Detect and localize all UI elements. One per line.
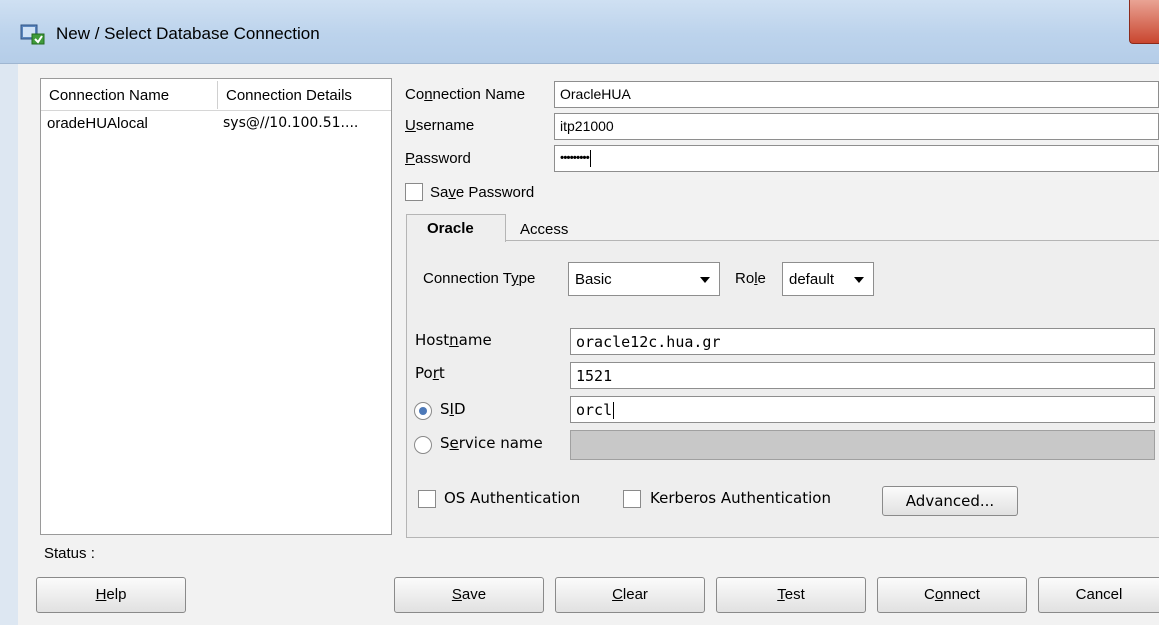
hostname-input[interactable]: oracle12c.hua.gr bbox=[570, 328, 1155, 355]
role-value: default bbox=[789, 271, 835, 288]
connection-type-select[interactable]: Basic bbox=[568, 262, 720, 296]
dropdown-arrow-icon bbox=[854, 277, 864, 283]
connection-name-label: Connection Name bbox=[405, 86, 526, 103]
os-authentication-checkbox[interactable] bbox=[418, 490, 436, 508]
connection-type-value: Basic bbox=[575, 271, 612, 288]
table-row[interactable]: oradeHUAlocal sys@//10.100.51.... bbox=[41, 112, 391, 136]
dropdown-arrow-icon bbox=[700, 277, 710, 283]
sid-input[interactable]: orcl bbox=[570, 396, 1155, 423]
sid-label: SID bbox=[440, 400, 466, 418]
kerberos-authentication-checkbox[interactable] bbox=[623, 490, 641, 508]
help-button[interactable]: Help bbox=[36, 577, 186, 613]
connection-type-label: Connection Type bbox=[423, 270, 536, 287]
connection-details-cell: sys@//10.100.51.... bbox=[223, 115, 359, 131]
cancel-button[interactable]: Cancel bbox=[1038, 577, 1159, 613]
window-titlebar: New / Select Database Connection bbox=[0, 0, 1159, 64]
kerberos-authentication-label: Kerberos Authentication bbox=[650, 489, 831, 507]
connections-table[interactable]: Connection Name Connection Details orade… bbox=[40, 78, 392, 535]
test-button[interactable]: Test bbox=[716, 577, 866, 613]
username-input[interactable]: itp21000 bbox=[554, 113, 1159, 140]
role-select[interactable]: default bbox=[782, 262, 874, 296]
status-label: Status : bbox=[44, 545, 95, 562]
column-divider[interactable] bbox=[217, 81, 218, 109]
save-password-label: Save Password bbox=[430, 184, 535, 201]
role-label: Role bbox=[735, 270, 766, 287]
database-connection-icon bbox=[20, 24, 45, 45]
window-title: New / Select Database Connection bbox=[56, 24, 320, 43]
sid-value: orcl bbox=[576, 401, 613, 419]
password-input[interactable]: ••••••••• bbox=[554, 145, 1159, 172]
table-header: Connection Name Connection Details bbox=[41, 79, 391, 111]
clear-button[interactable]: Clear bbox=[555, 577, 705, 613]
sid-radio[interactable] bbox=[414, 402, 432, 420]
text-caret bbox=[589, 150, 591, 167]
service-name-radio[interactable] bbox=[414, 436, 432, 454]
service-name-input bbox=[570, 430, 1155, 460]
save-password-checkbox[interactable] bbox=[405, 183, 423, 201]
service-name-label: Service name bbox=[440, 434, 543, 452]
save-button[interactable]: Save bbox=[394, 577, 544, 613]
tab-oracle[interactable]: Oracle bbox=[406, 214, 506, 242]
connect-button[interactable]: Connect bbox=[877, 577, 1027, 613]
port-label: Port bbox=[415, 364, 445, 382]
port-input[interactable]: 1521 bbox=[570, 362, 1155, 389]
password-value: ••••••••• bbox=[560, 150, 590, 165]
username-label: Username bbox=[405, 117, 475, 134]
password-label: Password bbox=[405, 150, 471, 167]
close-window-button[interactable] bbox=[1129, 0, 1159, 44]
advanced-button[interactable]: Advanced... bbox=[882, 486, 1018, 516]
hostname-label: Hostname bbox=[415, 331, 492, 349]
connection-name-input[interactable]: OracleHUA bbox=[554, 81, 1159, 108]
window-frame bbox=[0, 64, 18, 625]
os-authentication-label: OS Authentication bbox=[444, 489, 581, 507]
column-header-connection-details[interactable]: Connection Details bbox=[226, 87, 352, 104]
tab-access[interactable]: Access bbox=[520, 221, 568, 238]
connection-name-cell: oradeHUAlocal bbox=[47, 115, 148, 132]
text-caret bbox=[613, 402, 615, 419]
column-header-connection-name[interactable]: Connection Name bbox=[49, 87, 169, 104]
